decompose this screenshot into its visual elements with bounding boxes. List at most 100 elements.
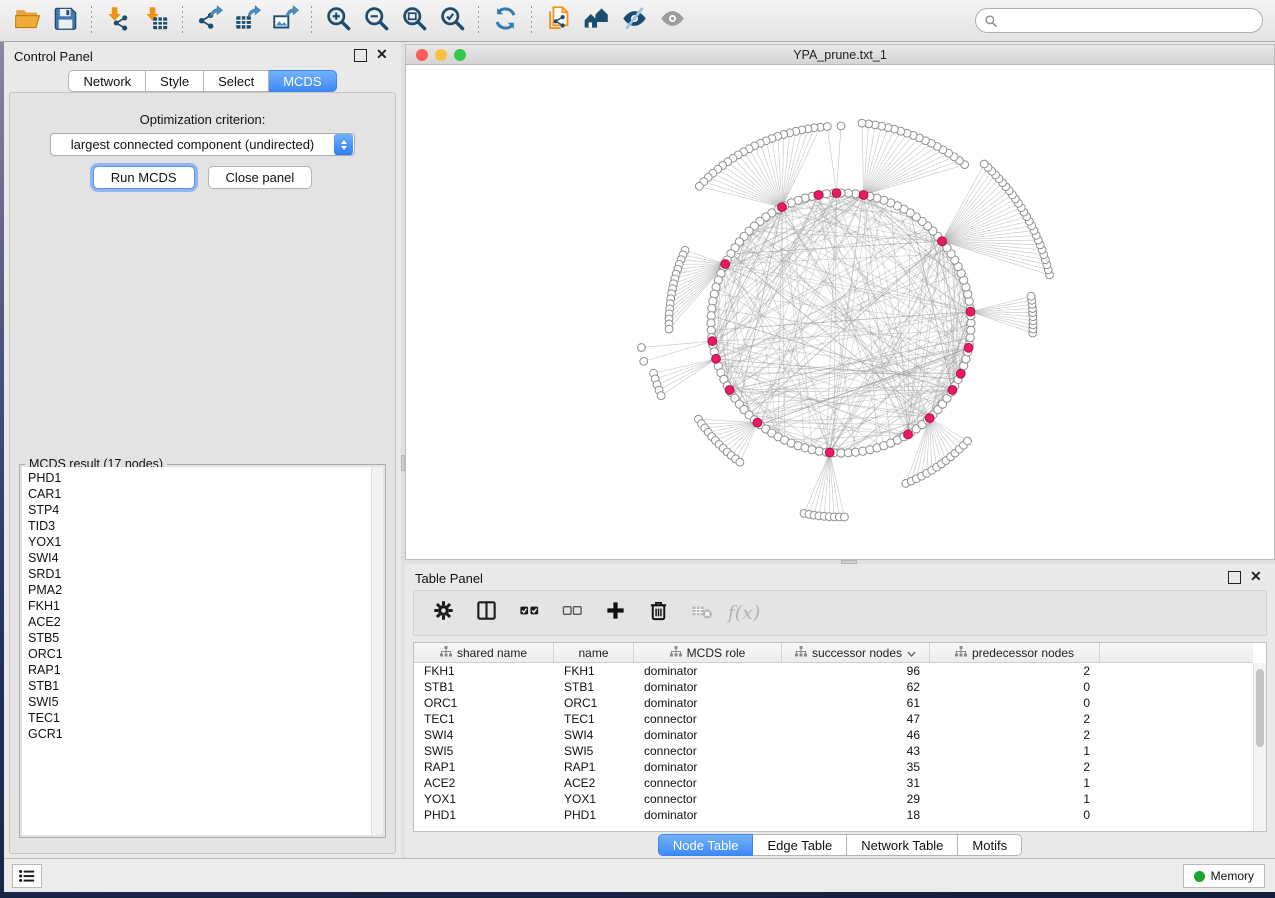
show-all-button[interactable] xyxy=(653,4,691,38)
result-list-scrollbar[interactable] xyxy=(371,467,383,835)
close-panel-button[interactable]: Close panel xyxy=(208,166,313,189)
table-row[interactable]: ORC1ORC1dominator610 xyxy=(414,695,1253,711)
hide-selected-icon xyxy=(621,5,648,37)
new-network-from-selection-button[interactable] xyxy=(539,4,577,38)
tab-style[interactable]: Style xyxy=(146,70,204,92)
column-header-successor_nodes[interactable]: successor nodes xyxy=(782,643,930,662)
tab-network[interactable]: Network xyxy=(68,70,146,92)
save-session-button[interactable] xyxy=(46,4,84,38)
list-item[interactable]: YOX1 xyxy=(28,534,371,550)
import-network-button[interactable] xyxy=(99,4,137,38)
tab-mcds[interactable]: MCDS xyxy=(269,70,336,92)
table-row[interactable]: RAP1RAP1dominator352 xyxy=(414,759,1253,775)
column-header-predecessor_nodes[interactable]: predecessor nodes xyxy=(930,643,1100,662)
mcds-node xyxy=(904,430,913,439)
list-item[interactable]: CAR1 xyxy=(28,486,371,502)
table-row[interactable]: SWI5SWI5connector431 xyxy=(414,743,1253,759)
list-item[interactable]: SWI4 xyxy=(28,550,371,566)
cell-successor_nodes: 61 xyxy=(782,696,930,710)
tab-node-table[interactable]: Node Table xyxy=(658,834,754,856)
export-image-button[interactable] xyxy=(266,4,304,38)
tab-network-table[interactable]: Network Table xyxy=(847,834,958,856)
list-item[interactable]: TID3 xyxy=(28,518,371,534)
add-column-button[interactable] xyxy=(602,598,628,628)
cell-mcds_role: connector xyxy=(634,744,782,758)
close-panel-icon[interactable]: ✕ xyxy=(376,49,389,62)
tab-motifs[interactable]: Motifs xyxy=(958,834,1022,856)
float-panel-icon[interactable] xyxy=(1228,571,1241,584)
cell-name: PHD1 xyxy=(554,808,634,822)
scrollbar-thumb[interactable] xyxy=(1256,669,1264,747)
list-item[interactable]: RAP1 xyxy=(28,662,371,678)
zoom-selected-button[interactable] xyxy=(433,4,471,38)
list-item[interactable]: ACE2 xyxy=(28,614,371,630)
export-network-button[interactable] xyxy=(190,4,228,38)
cell-name: TEC1 xyxy=(554,712,634,726)
search-input[interactable] xyxy=(998,14,1248,28)
memory-button[interactable]: Memory xyxy=(1183,864,1265,888)
list-item[interactable]: ORC1 xyxy=(28,646,371,662)
list-item[interactable]: STB1 xyxy=(28,678,371,694)
mcds-result-list[interactable]: PHD1CAR1STP4TID3YOX1SWI4SRD1PMA2FKH1ACE2… xyxy=(22,467,371,835)
tab-select[interactable]: Select xyxy=(204,70,269,92)
cell-name: ORC1 xyxy=(554,696,634,710)
table-row[interactable]: PHD1PHD1dominator180 xyxy=(414,807,1253,823)
export-table-button[interactable] xyxy=(228,4,266,38)
deselect-all-button[interactable] xyxy=(559,598,585,628)
zoom-in-button[interactable] xyxy=(319,4,357,38)
optimization-criterion-select[interactable]: largest connected component (undirected) xyxy=(50,133,355,156)
list-item[interactable]: PMA2 xyxy=(28,582,371,598)
table-row[interactable]: SWI4SWI4dominator462 xyxy=(414,727,1253,743)
split-view-button[interactable] xyxy=(473,598,499,628)
table-row[interactable]: ACE2ACE2connector311 xyxy=(414,775,1253,791)
open-file-button[interactable] xyxy=(8,4,46,38)
table-row[interactable]: FKH1FKH1dominator962 xyxy=(414,663,1253,679)
gear-icon xyxy=(432,599,455,627)
list-item[interactable]: STB5 xyxy=(28,630,371,646)
select-all-button[interactable] xyxy=(516,598,542,628)
refresh-network-button[interactable] xyxy=(486,4,524,38)
close-panel-icon[interactable]: ✕ xyxy=(1250,571,1263,584)
cell-predecessor_nodes: 0 xyxy=(930,808,1100,822)
zoom-fit-button[interactable] xyxy=(395,4,433,38)
network-canvas[interactable] xyxy=(406,65,1274,559)
table-scrollbar[interactable] xyxy=(1253,663,1266,831)
list-item[interactable]: SWI5 xyxy=(28,694,371,710)
zoom-out-button[interactable] xyxy=(357,4,395,38)
first-neighbors-button[interactable] xyxy=(577,4,615,38)
gear-button[interactable] xyxy=(430,598,456,628)
list-item[interactable]: SRD1 xyxy=(28,566,371,582)
delete-column-button[interactable] xyxy=(645,598,671,628)
table-row[interactable]: TEC1TEC1connector472 xyxy=(414,711,1253,727)
toolbar-separator xyxy=(91,6,92,36)
search-box[interactable] xyxy=(975,8,1263,33)
cell-shared_name: SWI4 xyxy=(414,728,554,742)
column-header-mcds_role[interactable]: MCDS role xyxy=(634,643,782,662)
table-row[interactable]: STB1STB1dominator620 xyxy=(414,679,1253,695)
list-item[interactable]: FKH1 xyxy=(28,598,371,614)
desktop-wallpaper: Control Panel ✕ NetworkStyleSelectMCDS O… xyxy=(0,0,1275,898)
cell-successor_nodes: 62 xyxy=(782,680,930,694)
first-neighbors-icon xyxy=(583,5,610,37)
mcds-node xyxy=(708,337,717,346)
float-panel-icon[interactable] xyxy=(354,49,367,62)
cell-shared_name: PHD1 xyxy=(414,808,554,822)
run-mcds-button[interactable]: Run MCDS xyxy=(93,166,195,189)
cell-name: SWI5 xyxy=(554,744,634,758)
cell-mcds_role: connector xyxy=(634,776,782,790)
network-titlebar[interactable]: YPA_prune.txt_1 xyxy=(406,45,1274,65)
task-history-button[interactable] xyxy=(12,864,42,888)
table-row[interactable]: YOX1YOX1connector291 xyxy=(414,791,1253,807)
column-header-shared_name[interactable]: shared name xyxy=(414,643,554,662)
list-item[interactable]: STP4 xyxy=(28,502,371,518)
mcds-node xyxy=(956,369,965,378)
tab-edge-table[interactable]: Edge Table xyxy=(753,834,847,856)
list-item[interactable]: GCR1 xyxy=(28,726,371,742)
function-icon: f(x) xyxy=(728,602,761,624)
list-item[interactable]: TEC1 xyxy=(28,710,371,726)
mcds-node xyxy=(721,260,730,269)
hide-selected-button[interactable] xyxy=(615,4,653,38)
column-header-name[interactable]: name xyxy=(554,643,634,662)
list-item[interactable]: PHD1 xyxy=(28,470,371,486)
import-table-button[interactable] xyxy=(137,4,175,38)
